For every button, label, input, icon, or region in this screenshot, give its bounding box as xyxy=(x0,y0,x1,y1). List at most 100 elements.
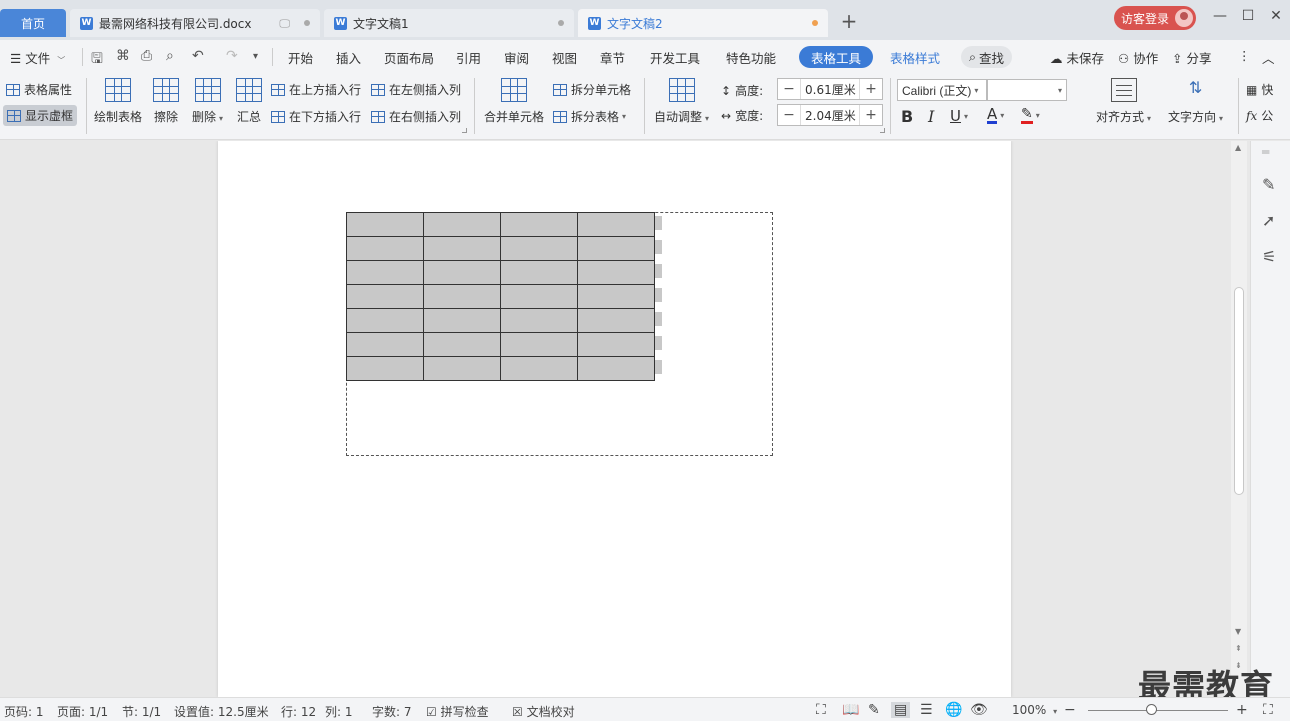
menu-start[interactable]: 开始 xyxy=(288,48,313,67)
status-word-count[interactable]: 字数: 7 xyxy=(372,703,412,720)
table-cell[interactable] xyxy=(346,212,424,237)
fullscreen-icon[interactable]: ⛶ xyxy=(816,702,826,718)
table-cell[interactable] xyxy=(500,236,578,261)
font-color-button[interactable]: A ▾ xyxy=(987,107,1004,124)
bold-button[interactable]: B xyxy=(901,107,913,126)
scroll-up-icon[interactable]: ▲ xyxy=(1235,143,1241,152)
table-cell[interactable] xyxy=(500,332,578,357)
auto-fit-button[interactable]: 自动调整 ▾ xyxy=(654,78,709,125)
menu-section[interactable]: 章节 xyxy=(600,48,625,67)
table-cell[interactable] xyxy=(577,332,655,357)
proofread-button[interactable]: ☒ 文档校对 xyxy=(512,703,575,720)
insert-col-left-button[interactable]: 在左侧插入列 xyxy=(371,81,461,98)
status-page[interactable]: 页面: 1/1 xyxy=(57,703,108,720)
minimize-icon[interactable]: — xyxy=(1210,8,1230,24)
page-view-icon[interactable]: ▤ xyxy=(891,702,911,718)
menu-developer[interactable]: 开发工具 xyxy=(650,48,700,67)
delete-button[interactable]: 删除 ▾ xyxy=(192,78,223,125)
table-cell[interactable] xyxy=(500,308,578,333)
row-height-value[interactable]: 0.61厘米 xyxy=(800,79,860,99)
read-mode-icon[interactable]: 📖 xyxy=(842,702,859,718)
spell-check-button[interactable]: ☑ 拼写检查 xyxy=(426,703,489,720)
customize-icon[interactable]: ▾ xyxy=(253,51,258,62)
close-icon[interactable]: ✕ xyxy=(1266,8,1286,24)
table-cell[interactable] xyxy=(423,356,501,381)
document-table[interactable] xyxy=(346,212,655,381)
menu-special[interactable]: 特色功能 xyxy=(726,48,776,67)
show-gridlines-button[interactable]: 显示虚框 xyxy=(3,105,78,126)
scroll-down-icon[interactable]: ▼ xyxy=(1235,627,1241,636)
erase-button[interactable]: 擦除 xyxy=(153,78,179,125)
search-button[interactable]: ⌕ 查找 xyxy=(961,46,1013,68)
table-cell[interactable] xyxy=(500,260,578,285)
table-cell[interactable] xyxy=(577,236,655,261)
row-height-stepper[interactable]: − 0.61厘米 + xyxy=(777,78,883,100)
split-table-button[interactable]: 拆分表格 ▾ xyxy=(553,108,626,125)
status-col[interactable]: 列: 1 xyxy=(325,703,353,720)
dialog-launcher-icon[interactable] xyxy=(462,128,467,133)
settings-sliders-icon[interactable]: ⚟ xyxy=(1262,247,1276,266)
table-cell[interactable] xyxy=(577,284,655,309)
increment-icon[interactable]: + xyxy=(860,107,882,123)
fit-window-icon[interactable]: ⛶ xyxy=(1263,702,1273,718)
tab-home[interactable]: 首页 xyxy=(0,9,66,37)
table-cell[interactable] xyxy=(346,356,424,381)
underline-button[interactable]: U ▾ xyxy=(950,107,968,125)
status-section[interactable]: 节: 1/1 xyxy=(122,703,161,720)
save-icon[interactable]: 🖫 xyxy=(91,48,103,72)
insert-row-above-button[interactable]: 在上方插入行 xyxy=(271,81,361,98)
tab-doc-2[interactable]: W 文字文稿2 xyxy=(578,9,828,37)
zoom-select[interactable]: 100% ▾ xyxy=(1012,703,1057,717)
table-cell[interactable] xyxy=(346,236,424,261)
tab-doc-1[interactable]: W 文字文稿1 xyxy=(324,9,574,37)
status-setting[interactable]: 设置值: 12.5厘米 xyxy=(174,703,269,720)
status-row[interactable]: 行: 12 xyxy=(281,703,316,720)
file-menu[interactable]: ☰ 文件 ﹀ xyxy=(10,48,65,67)
format-painter-icon[interactable]: ⌘ xyxy=(116,48,130,64)
insert-col-right-button[interactable]: 在右侧插入列 xyxy=(371,108,461,125)
summary-button[interactable]: 汇总 xyxy=(236,78,262,125)
print-icon[interactable]: ⎙ xyxy=(141,48,152,64)
table-cell[interactable] xyxy=(500,356,578,381)
table-cell[interactable] xyxy=(423,236,501,261)
draw-table-button[interactable]: 绘制表格 xyxy=(94,78,142,125)
decrement-icon[interactable]: − xyxy=(778,81,800,97)
italic-button[interactable]: I xyxy=(928,107,934,126)
zoom-out-icon[interactable]: − xyxy=(1064,702,1076,718)
menu-review[interactable]: 审阅 xyxy=(504,48,529,67)
cursor-icon[interactable]: ➚ xyxy=(1262,211,1275,230)
menu-reference[interactable]: 引用 xyxy=(456,48,481,67)
merge-cells-button[interactable]: 合并单元格 xyxy=(484,78,544,125)
insert-row-below-button[interactable]: 在下方插入行 xyxy=(271,108,361,125)
font-size-select[interactable]: ▾ xyxy=(987,79,1067,101)
quick-calc-button[interactable]: ▦ 快 xyxy=(1246,81,1273,98)
decrement-icon[interactable]: − xyxy=(778,107,800,123)
alignment-button[interactable]: 对齐方式 ▾ xyxy=(1096,78,1151,125)
redo-icon[interactable]: ↷ xyxy=(226,48,238,64)
collapse-ribbon-icon[interactable]: ︿ xyxy=(1262,48,1275,67)
table-cell[interactable] xyxy=(423,212,501,237)
table-cell[interactable] xyxy=(577,308,655,333)
guest-login-button[interactable]: 访客登录 xyxy=(1114,6,1196,30)
tab-table-style[interactable]: 表格样式 xyxy=(890,48,940,67)
split-cells-button[interactable]: 拆分单元格 xyxy=(553,81,631,98)
table-cell[interactable] xyxy=(577,356,655,381)
col-width-value[interactable]: 2.04厘米 xyxy=(800,105,860,125)
table-cell[interactable] xyxy=(423,260,501,285)
table-cell[interactable] xyxy=(423,308,501,333)
table-cell[interactable] xyxy=(346,284,424,309)
unsaved-button[interactable]: ☁ 未保存 xyxy=(1050,48,1104,67)
table-properties-button[interactable]: 表格属性 xyxy=(6,81,72,98)
tab-doc-company[interactable]: W 最需网络科技有限公司.docx 🖵 xyxy=(70,9,320,37)
pen-icon[interactable]: ✎ xyxy=(1262,175,1275,194)
maximize-icon[interactable]: ☐ xyxy=(1238,8,1258,24)
prev-page-icon[interactable]: ⇞ xyxy=(1235,644,1242,653)
document-page[interactable] xyxy=(218,141,1011,697)
table-cell[interactable] xyxy=(346,308,424,333)
print-preview-icon[interactable]: ⌕ xyxy=(166,48,174,64)
menu-layout[interactable]: 页面布局 xyxy=(384,48,434,67)
table-cell[interactable] xyxy=(577,212,655,237)
status-page-code[interactable]: 页码: 1 xyxy=(4,703,44,720)
scrollbar-thumb[interactable] xyxy=(1234,287,1244,495)
highlight-button[interactable]: ✎ ▾ xyxy=(1021,107,1040,124)
